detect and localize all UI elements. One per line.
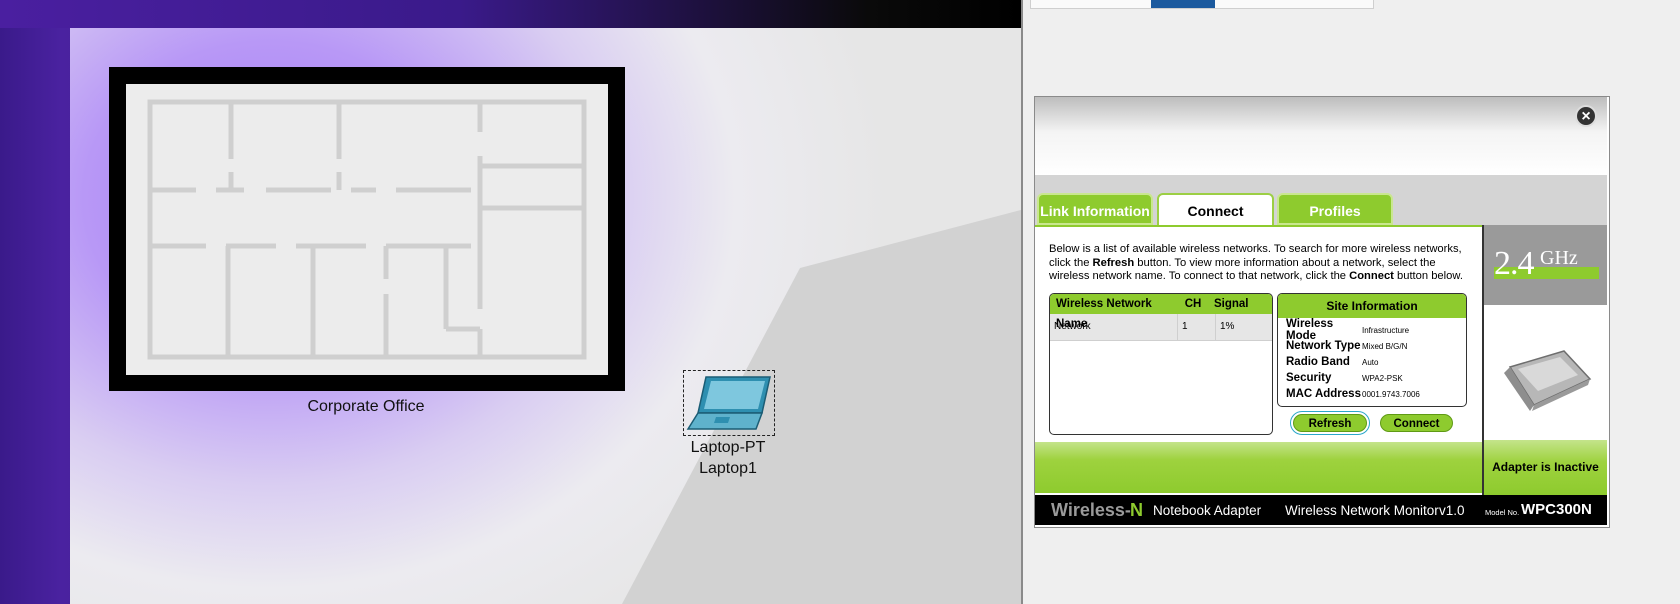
description-text-3: button below.	[1393, 270, 1463, 283]
column-header-signal: Signal	[1214, 298, 1249, 310]
network-signal-cell: 1%	[1220, 321, 1235, 332]
connect-button[interactable]: Connect	[1380, 414, 1453, 432]
tab-link-information[interactable]: Link Information	[1037, 193, 1153, 225]
network-list-header: Wireless Network Name CH Signal	[1050, 294, 1272, 330]
monitor-green-bar	[1035, 442, 1482, 493]
close-icon[interactable]: ×	[1575, 105, 1597, 127]
wireless-network-list[interactable]: Wireless Network Name CH Signal Network …	[1049, 293, 1273, 435]
band-number: 2.4	[1494, 245, 1534, 282]
band-unit: GHz	[1540, 247, 1578, 269]
workspace-top-gradient	[0, 0, 1021, 28]
floor-plan-walls	[147, 99, 587, 360]
connect-description: Below is a list of available wireless ne…	[1049, 243, 1474, 284]
column-header-name: Wireless Network Name	[1056, 298, 1152, 330]
model-number: WPC300N	[1521, 501, 1592, 518]
model-number-label: Model No.	[1485, 508, 1520, 517]
product-name: Notebook Adapter	[1153, 503, 1262, 518]
site-info-row: Security WPA2-PSK	[1278, 370, 1466, 386]
laptop-name-label: Laptop1	[699, 460, 757, 477]
laptop-icon[interactable]	[686, 373, 772, 433]
floor-plan	[126, 84, 608, 375]
site-information-title: Site Information	[1278, 294, 1466, 318]
refresh-button[interactable]: Refresh	[1290, 411, 1370, 435]
wireless-mode-value: Infrastructure	[1362, 325, 1410, 335]
network-name-cell: Network	[1050, 314, 1178, 340]
mac-address-label: MAC Address	[1286, 388, 1361, 400]
site-information-panel: Site Information Wireless Mode Infrastruc…	[1277, 293, 1467, 407]
mac-address-value: 0001.9743.7006	[1362, 389, 1420, 399]
adapter-status: Adapter is Inactive	[1484, 440, 1607, 495]
pc-card-adapter-image	[1504, 350, 1592, 411]
radio-band-value: Auto	[1362, 357, 1379, 367]
laptop-type-label: Laptop-PT	[690, 439, 766, 456]
wireless-mode-label: Wireless Mode	[1286, 318, 1334, 342]
site-info-row: MAC Address 0001.9743.7006	[1278, 386, 1466, 402]
description-bold-connect: Connect	[1349, 270, 1394, 283]
network-type-value: Mixed B/G/N	[1362, 341, 1408, 351]
radio-band-label: Radio Band	[1286, 356, 1350, 368]
brand-wireless: Wireless-	[1051, 500, 1131, 520]
office-label: Corporate Office	[307, 398, 425, 415]
security-value: WPA2-PSK	[1362, 373, 1403, 383]
table-row[interactable]: Network 1 1%	[1050, 314, 1272, 341]
site-info-row: Radio Band Auto	[1278, 354, 1466, 370]
security-label: Security	[1286, 372, 1332, 384]
site-info-row: Network Type Mixed B/G/N	[1278, 338, 1466, 354]
description-bold-refresh: Refresh	[1092, 256, 1135, 269]
monitor-footer: Wireless- N Notebook Adapter Wireless Ne…	[1035, 495, 1607, 525]
brand-n: N	[1130, 500, 1143, 520]
column-header-ch: CH	[1184, 298, 1202, 310]
network-ch-cell: 1	[1178, 314, 1216, 340]
monitor-version: v1.0	[1439, 503, 1465, 518]
site-info-row: Wireless Mode Infrastructure	[1278, 318, 1466, 342]
monitor-name: Wireless Network Monitor	[1285, 503, 1439, 518]
monitor-header	[1035, 97, 1607, 175]
tab-connect[interactable]: Connect	[1157, 193, 1274, 227]
band-badge: 2.4 GHz	[1484, 225, 1607, 305]
network-type-label: Network Type	[1286, 340, 1361, 352]
panel-tab-selected[interactable]	[1151, 0, 1215, 8]
tab-profiles[interactable]: Profiles	[1277, 193, 1393, 225]
